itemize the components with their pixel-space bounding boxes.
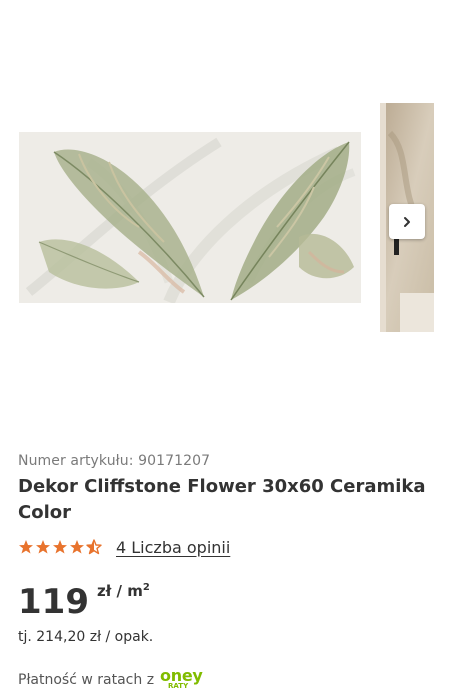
price-amount: 119 [18, 582, 89, 622]
product-rating: 4 Liczba opinii [18, 537, 230, 557]
gallery-next-button[interactable] [389, 204, 425, 239]
product-image-main[interactable] [19, 132, 361, 303]
tropical-leaves-image [19, 132, 361, 303]
rating-stars [18, 539, 103, 555]
article-number: Numer artykułu: 90171207 [18, 453, 211, 469]
star-icon [53, 540, 67, 554]
price-block: 119 zł / m2 [18, 582, 150, 622]
product-gallery [0, 0, 451, 430]
installments-info: Płatność w ratach z oney RATY [18, 666, 216, 693]
star-half-icon [86, 539, 102, 555]
price-unit-text: zł / m [96, 582, 143, 600]
product-title: Dekor Cliffstone Flower 30x60 Ceramika C… [18, 476, 426, 523]
price-unit: zł / m2 [97, 582, 150, 600]
star-icon [70, 540, 84, 554]
price-unit-superscript: 2 [142, 582, 150, 593]
package-price: tj. 214,20 zł / opak. [18, 629, 154, 645]
chevron-right-icon [404, 216, 410, 227]
reviews-link[interactable]: 4 Liczba opinii [116, 538, 230, 557]
oney-logo[interactable]: oney RATY [160, 666, 216, 693]
oney-logo-subtext: RATY [168, 682, 189, 690]
star-icon [36, 540, 50, 554]
star-icon [19, 540, 33, 554]
installments-label: Płatność w ratach z [18, 672, 155, 688]
